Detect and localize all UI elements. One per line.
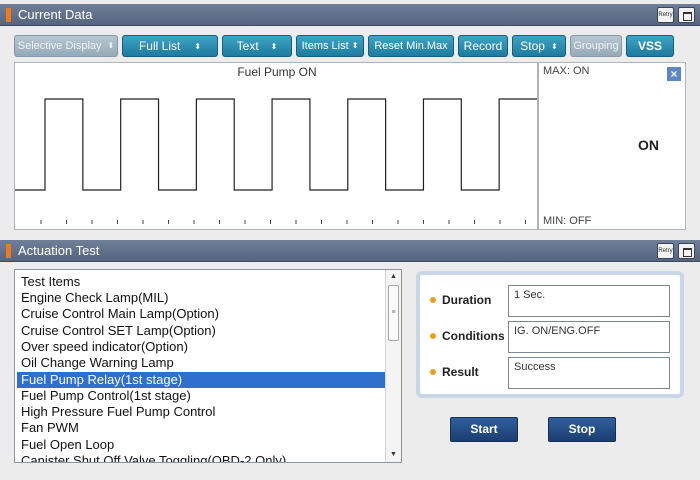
list-item[interactable]: Engine Check Lamp(MIL) [21,290,385,306]
bullet-icon [430,333,436,339]
stop-button[interactable]: Stop [548,417,616,442]
list-item[interactable]: Oil Change Warning Lamp [21,355,385,371]
actuation-test-header: Actuation Test Retry [0,240,700,262]
max-label: MAX: ON [543,65,590,77]
stop-stream-button[interactable]: Stop ⬍ [512,35,566,57]
conditions-value: IG. ON/ENG.OFF [508,321,670,353]
current-data-title: Current Data [18,7,93,22]
waveform-plot [15,98,537,224]
text-button[interactable]: Text ⬍ [222,35,292,57]
fuel-pump-graph: Fuel Pump ON [14,62,538,230]
result-row: Result Success [428,357,678,389]
list-item[interactable]: Cruise Control Main Lamp(Option) [21,306,385,322]
start-button[interactable]: Start [450,417,518,442]
vss-button[interactable]: VSS [626,35,674,57]
panel-marker [6,8,11,22]
list-item[interactable]: Canister Shut Off Valve Toggling(OBD-2 O… [21,453,385,462]
selective-display-button[interactable]: Selective Display ⬍ [14,35,118,57]
panel-marker [6,244,11,258]
list-item[interactable]: Fuel Pump Relay(1st stage) [17,371,385,388]
window-icon[interactable] [678,243,695,259]
current-value: ON [638,137,659,153]
list-header: Test Items [21,274,81,289]
record-button[interactable]: Record [458,35,508,57]
list-item[interactable]: Fan PWM [21,420,385,436]
scroll-thumb[interactable]: ≡ [388,285,399,341]
conditions-row: Conditions IG. ON/ENG.OFF [428,321,678,353]
list-item[interactable]: Cruise Control SET Lamp(Option) [21,323,385,339]
result-label: Result [442,365,479,379]
waveform-line [15,98,537,191]
duration-row: Duration 1 Sec. [428,285,678,317]
minmax-box: MAX: ON × ON MIN: OFF [538,62,686,230]
window-icon[interactable] [678,7,695,23]
bullet-icon [430,369,436,375]
retry-icon[interactable]: Retry [657,243,674,259]
close-icon[interactable]: × [667,67,681,81]
list-scrollbar[interactable]: ▲ ≡ ▼ [385,270,401,462]
retry-icon[interactable]: Retry [657,7,674,23]
time-ticks [40,220,526,224]
current-data-panel: Current Data Retry Selective Display ⬍ Fu… [0,0,700,238]
grouping-button[interactable]: Grouping [570,35,622,57]
scroll-down-icon[interactable]: ▼ [386,448,401,462]
list-item[interactable]: High Pressure Fuel Pump Control [21,404,385,420]
full-list-button[interactable]: Full List ⬍ [122,35,218,57]
duration-label: Duration [442,293,492,307]
result-value: Success [508,357,670,389]
conditions-label: Conditions [442,329,505,343]
min-label: MIN: OFF [543,215,592,227]
scroll-up-icon[interactable]: ▲ [386,270,401,284]
duration-value: 1 Sec. [508,285,670,317]
actuation-test-panel: Actuation Test Retry Test Items Engine C… [0,238,700,480]
list-item[interactable]: Fuel Pump Control(1st stage) [21,388,385,404]
bullet-icon [430,297,436,303]
list-item[interactable]: Fuel Open Loop [21,437,385,453]
actuation-test-title: Actuation Test [18,243,100,258]
current-data-header: Current Data Retry [0,4,700,26]
reset-min-max-button[interactable]: Reset Min.Max [368,35,454,57]
graph-title: Fuel Pump ON [237,65,317,79]
list-item[interactable]: Over speed indicator(Option) [21,339,385,355]
test-info-box: Duration 1 Sec. Conditions IG. ON/ENG.OF… [416,271,684,398]
test-items-list[interactable]: Test Items Engine Check Lamp(MIL) Cruise … [14,269,402,463]
items-list-button[interactable]: Items List ⬍ [296,35,364,57]
